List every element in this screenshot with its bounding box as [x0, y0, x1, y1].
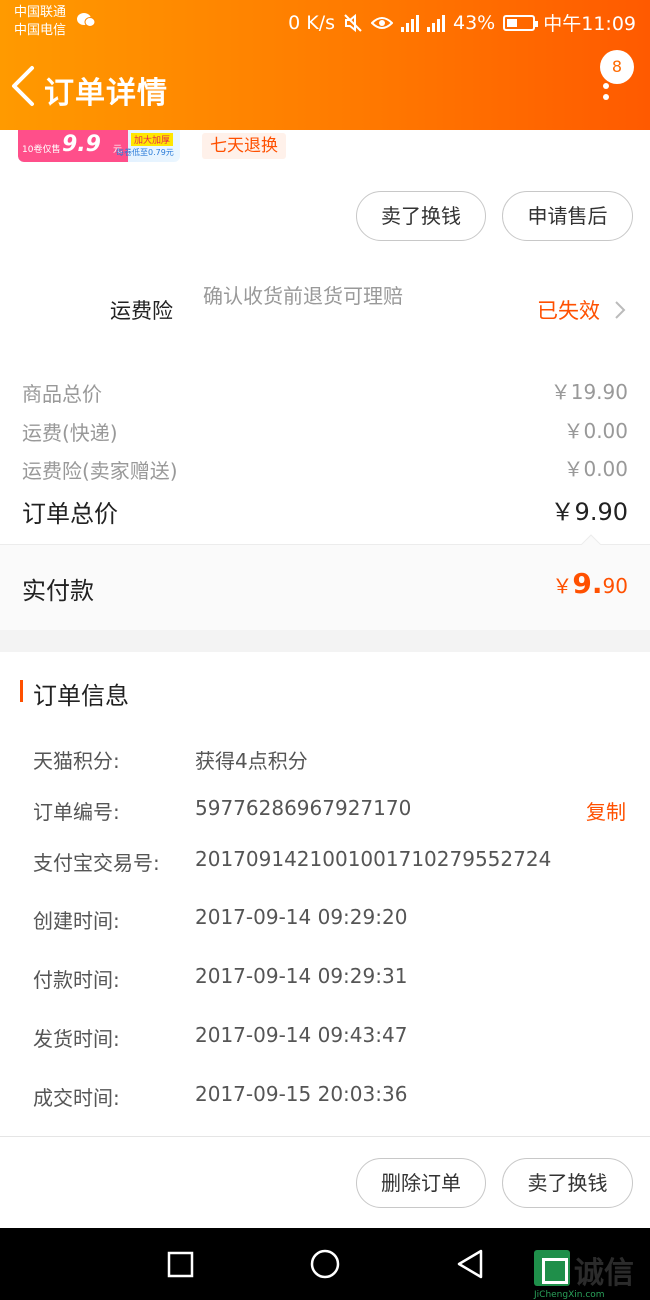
chevron-right-icon[interactable] [614, 300, 626, 320]
order-total-value: ￥9.90 [550, 498, 628, 526]
shipping-insurance-label: 运费险 [110, 299, 173, 323]
recent-apps-icon[interactable] [167, 1251, 194, 1278]
copy-order-no-button[interactable]: 复制 [586, 796, 626, 825]
paid-currency: ￥ [552, 574, 573, 598]
paid-amount-label: 实付款 [22, 577, 94, 605]
nav-bar: 订单详情 [0, 58, 650, 118]
back-arrow-icon[interactable] [8, 64, 38, 108]
wechat-icon [77, 13, 96, 27]
page-title: 订单详情 [44, 76, 168, 111]
signal-2g-icon [427, 14, 445, 32]
back-triangle-icon[interactable] [455, 1248, 485, 1280]
insurance-fee-value: ￥0.00 [563, 457, 628, 481]
promo-sub: 每卷低至0.79元 [116, 148, 174, 157]
battery-icon [503, 14, 539, 31]
paid-amount-value: ￥9.90 [552, 567, 628, 600]
info-value-alipay-no: 2017091421001001710279552724 [195, 847, 552, 871]
shipping-fee-value: ￥0.00 [563, 419, 628, 443]
signal-4g-icon [401, 14, 419, 32]
battery-percent: 43% [453, 11, 496, 34]
shipping-fee-label: 运费(快递) [22, 421, 118, 445]
delete-order-button[interactable]: 删除订单 [356, 1158, 486, 1208]
bottom-sell-for-cash-button[interactable]: 卖了换钱 [502, 1158, 633, 1208]
after-sale-button[interactable]: 申请售后 [502, 191, 633, 241]
shipping-insurance-status[interactable]: 已失效 [537, 295, 600, 325]
carrier-1: 中国联通 [14, 5, 67, 20]
goods-total-value: ￥19.90 [550, 380, 628, 404]
info-key-paid: 付款时间: [33, 968, 120, 992]
promo-price: 9.9 [62, 132, 101, 157]
info-value-completed: 2017-09-15 20:03:36 [195, 1082, 408, 1106]
info-key-alipay-no: 支付宝交易号: [33, 851, 160, 875]
info-value-paid: 2017-09-14 09:29:31 [195, 964, 408, 988]
seven-day-return-tag: 七天退换 [202, 133, 286, 159]
watermark-logo-icon [534, 1250, 570, 1286]
carrier-2: 中国电信 [14, 23, 67, 38]
info-value-created: 2017-09-14 09:29:20 [195, 905, 408, 929]
shipping-insurance-desc: 确认收货前退货可理赔 [203, 284, 403, 308]
insurance-fee-label: 运费险(卖家赠送) [22, 459, 178, 483]
paid-amount-band: 实付款 ￥9.90 [0, 534, 650, 630]
mute-icon [344, 13, 362, 32]
watermark-sub: JiChengXin.com [534, 1290, 605, 1300]
order-info-title: 订单信息 [33, 682, 129, 710]
order-summary-card: 10卷仅售 9.9 元 加大加厚 每卷低至0.79元 七天退换 卖了换钱 申请售… [0, 130, 650, 630]
info-value-shipped: 2017-09-14 09:43:47 [195, 1023, 408, 1047]
status-right: 0 K/s 43% 中午11:09 [288, 9, 636, 36]
clock: 中午11:09 [543, 13, 636, 35]
info-key-created: 创建时间: [33, 909, 120, 933]
status-bar: 中国联通 中国电信 0 K/s 43% 中午11:09 [0, 0, 650, 44]
order-info-section: 订单信息 天猫积分: 获得4点积分 订单编号: 5977628696792717… [0, 652, 650, 1136]
eye-icon [371, 16, 393, 29]
info-value-order-no: 59776286967927170 [195, 796, 412, 820]
caret-up-icon [580, 534, 602, 546]
sell-for-cash-button[interactable]: 卖了换钱 [356, 191, 486, 241]
promo-small-text: 10卷仅售 [22, 145, 61, 155]
info-key-shipped: 发货时间: [33, 1027, 120, 1051]
section-accent-bar [20, 680, 23, 702]
watermark-text: 诚信 [574, 1256, 634, 1291]
promo-tag: 加大加厚 [131, 133, 174, 146]
order-total-label: 订单总价 [22, 500, 118, 528]
info-key-points: 天猫积分: [33, 749, 120, 773]
paid-integer: 9. [572, 567, 603, 600]
info-value-points: 获得4点积分 [195, 749, 308, 773]
net-speed: 0 K/s [288, 11, 335, 34]
carrier-info: 中国联通 中国电信 [14, 4, 66, 40]
paid-decimal: 90 [602, 574, 628, 598]
info-key-completed: 成交时间: [33, 1086, 120, 1110]
battery-level [507, 18, 518, 27]
home-icon[interactable] [309, 1248, 341, 1280]
app-header: 中国联通 中国电信 0 K/s 43% 中午11:09 订单详情 8 [0, 0, 650, 130]
goods-total-label: 商品总价 [22, 382, 102, 406]
info-key-order-no: 订单编号: [33, 800, 120, 824]
product-promo-image[interactable]: 10卷仅售 9.9 元 加大加厚 每卷低至0.79元 [18, 130, 180, 162]
message-badge[interactable]: 8 [600, 50, 634, 84]
bottom-action-bar: 删除订单 卖了换钱 [0, 1136, 650, 1228]
